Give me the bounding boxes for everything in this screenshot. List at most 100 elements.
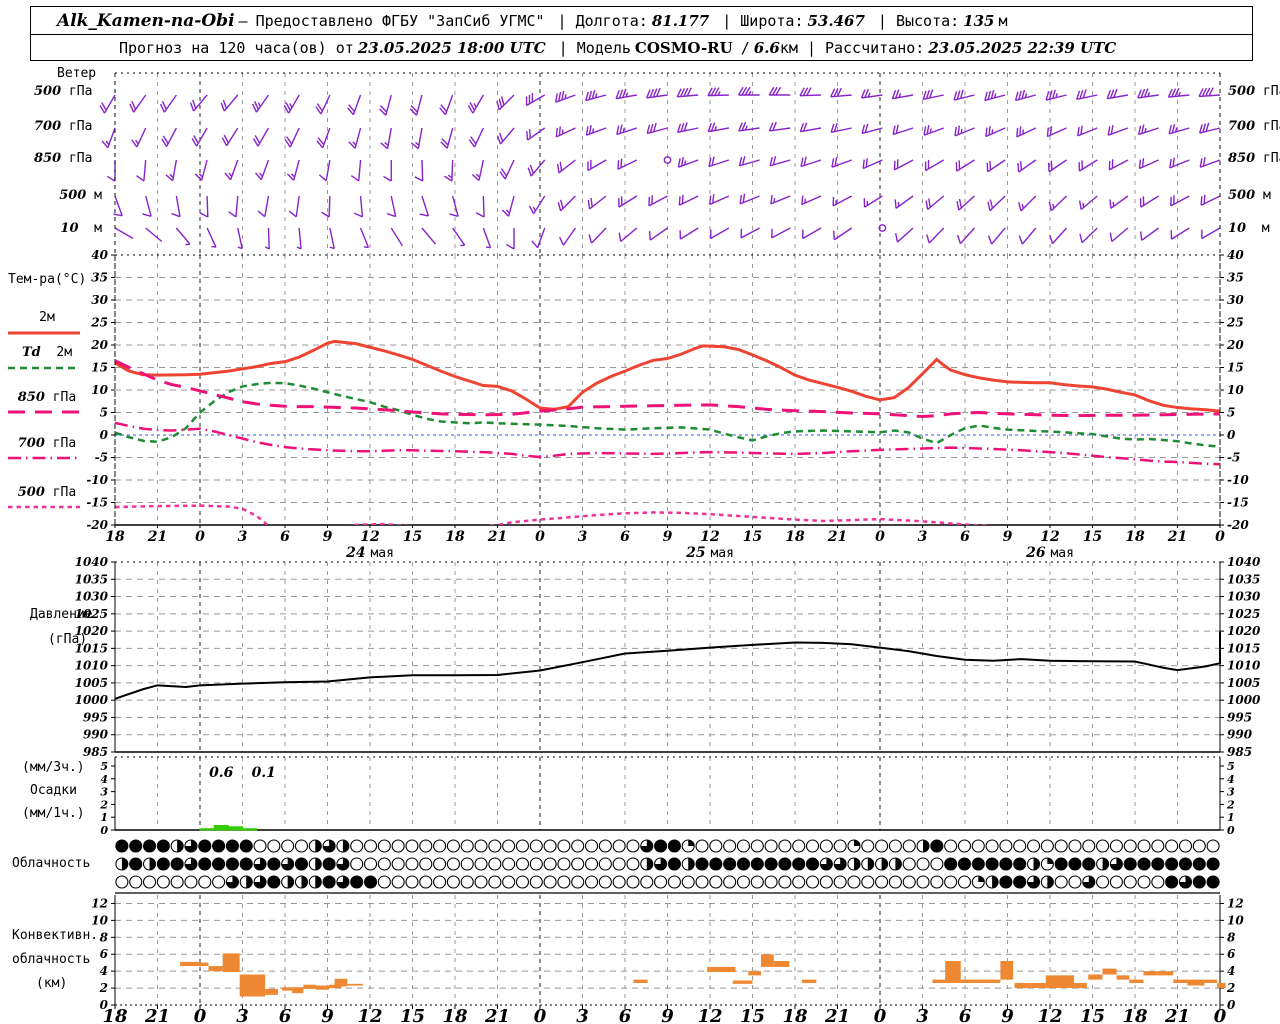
wind-barb <box>390 227 403 247</box>
wind-barb <box>1049 227 1068 245</box>
altitude-unit: м <box>998 11 1008 30</box>
wind-barb <box>348 127 362 149</box>
temp-legend-700hpa: 700 гПа <box>17 436 77 451</box>
svg-text:2: 2 <box>1226 981 1235 995</box>
wind-barb <box>288 195 300 218</box>
wind-barb <box>499 159 515 180</box>
svg-text:0: 0 <box>100 428 109 442</box>
conv-cloud-bar <box>761 954 774 967</box>
svg-text:10: 10 <box>1227 913 1244 927</box>
svg-text:-15: -15 <box>86 496 108 510</box>
svg-text:10: 10 <box>91 913 108 927</box>
svg-text:15: 15 <box>403 529 422 545</box>
svg-text:18: 18 <box>445 529 465 545</box>
wind-barb <box>831 157 852 168</box>
svg-text:2: 2 <box>1226 798 1235 811</box>
pressure-panel-unit: (гПа) <box>48 632 88 647</box>
wind-barb <box>957 227 975 245</box>
svg-text:12: 12 <box>1040 529 1060 545</box>
svg-text:-20: -20 <box>1227 518 1249 532</box>
wind-barb <box>709 194 730 206</box>
svg-text:0: 0 <box>535 529 545 545</box>
wind-barb <box>1107 125 1129 136</box>
temp-legend-850hpa: 850 гПа <box>17 390 77 405</box>
wind-barb <box>737 86 760 96</box>
wind-barb <box>738 121 760 132</box>
wind-barb <box>286 159 300 181</box>
svg-text:-10: -10 <box>86 473 108 487</box>
svg-text:985: 985 <box>83 745 108 759</box>
svg-text:1010: 1010 <box>1227 659 1261 673</box>
longitude-value: 81.177 <box>651 11 710 30</box>
separator: | <box>557 11 567 30</box>
wind-barb <box>1109 227 1129 243</box>
wind-barb <box>1077 125 1098 137</box>
svg-text:6: 6 <box>620 529 630 545</box>
wind-barb <box>1138 158 1159 170</box>
svg-text:1005: 1005 <box>1227 676 1260 690</box>
svg-text:-5: -5 <box>1227 451 1240 465</box>
wind-barb <box>892 124 914 136</box>
wind-barb <box>1108 159 1129 171</box>
wind-barb <box>228 195 239 218</box>
svg-text:6: 6 <box>100 947 109 961</box>
wind-barb <box>318 159 331 182</box>
wind-barb <box>283 94 300 114</box>
wind-panel-title: Ветер <box>57 66 97 81</box>
conv-cloud-bar <box>265 988 278 995</box>
wind-barb <box>114 227 134 240</box>
svg-text:9: 9 <box>1003 529 1013 545</box>
wind-barb <box>421 227 436 245</box>
wind-barb <box>986 159 1006 173</box>
svg-text:21: 21 <box>1167 529 1187 545</box>
wind-barb <box>129 94 147 113</box>
temp-legend-td2m: Td 2м <box>21 345 73 360</box>
wind-barb <box>799 87 822 97</box>
wind-barb <box>171 195 181 218</box>
wind-barb <box>252 127 270 147</box>
wind-barb <box>1109 195 1129 209</box>
precip-bar <box>242 828 258 831</box>
wind-barb <box>862 158 883 170</box>
svg-text:25: 25 <box>1226 316 1244 330</box>
svg-text:4: 4 <box>100 773 108 786</box>
wind-barb <box>220 94 239 112</box>
wind-barb <box>618 195 638 208</box>
wind-barb <box>505 228 515 250</box>
wind-barb <box>528 195 546 215</box>
wind-barb <box>471 159 485 182</box>
wind-barb <box>380 127 392 150</box>
pressure-panel-title: Давление <box>30 607 93 622</box>
svg-text:18: 18 <box>785 529 805 545</box>
wind-barb <box>159 94 177 113</box>
conv-cloud-bar <box>180 961 199 967</box>
wind-barb <box>1078 159 1098 172</box>
svg-text:12: 12 <box>360 529 380 545</box>
svg-text:5: 5 <box>1227 406 1235 420</box>
wind-barb <box>443 159 454 182</box>
wind-level-850hpa-right: 850 гПа <box>1228 151 1280 166</box>
wind-barb <box>1076 89 1098 101</box>
svg-text:30: 30 <box>91 293 108 307</box>
svg-text:24 мая: 24 мая <box>345 545 394 561</box>
altitude-label: Высота: <box>895 11 960 30</box>
wind-barb <box>353 195 364 218</box>
svg-text:12: 12 <box>91 896 108 910</box>
svg-text:20: 20 <box>1226 338 1244 352</box>
conv-cloud-bar <box>707 966 736 972</box>
model-slash: / <box>740 38 750 57</box>
svg-text:3: 3 <box>578 529 588 545</box>
wind-barb <box>708 156 730 168</box>
svg-text:4: 4 <box>1227 964 1235 978</box>
conv-cloud-bar <box>1102 968 1117 975</box>
conv-panel-title-1: Конвективн. <box>12 928 99 943</box>
meteogram-svg: 40 4035 3530 3025 2520 2015 1510 105 50 0-5 -5-10-… <box>8 72 1261 1024</box>
svg-text:985: 985 <box>1227 745 1252 759</box>
wind-barb <box>769 155 791 167</box>
wind-barb <box>1047 159 1067 173</box>
svg-text:5: 5 <box>100 406 108 420</box>
svg-text:6: 6 <box>280 529 290 545</box>
wind-barb <box>926 227 945 244</box>
conv-cloud-bar <box>1014 983 1031 989</box>
wind-barb <box>1078 195 1098 211</box>
